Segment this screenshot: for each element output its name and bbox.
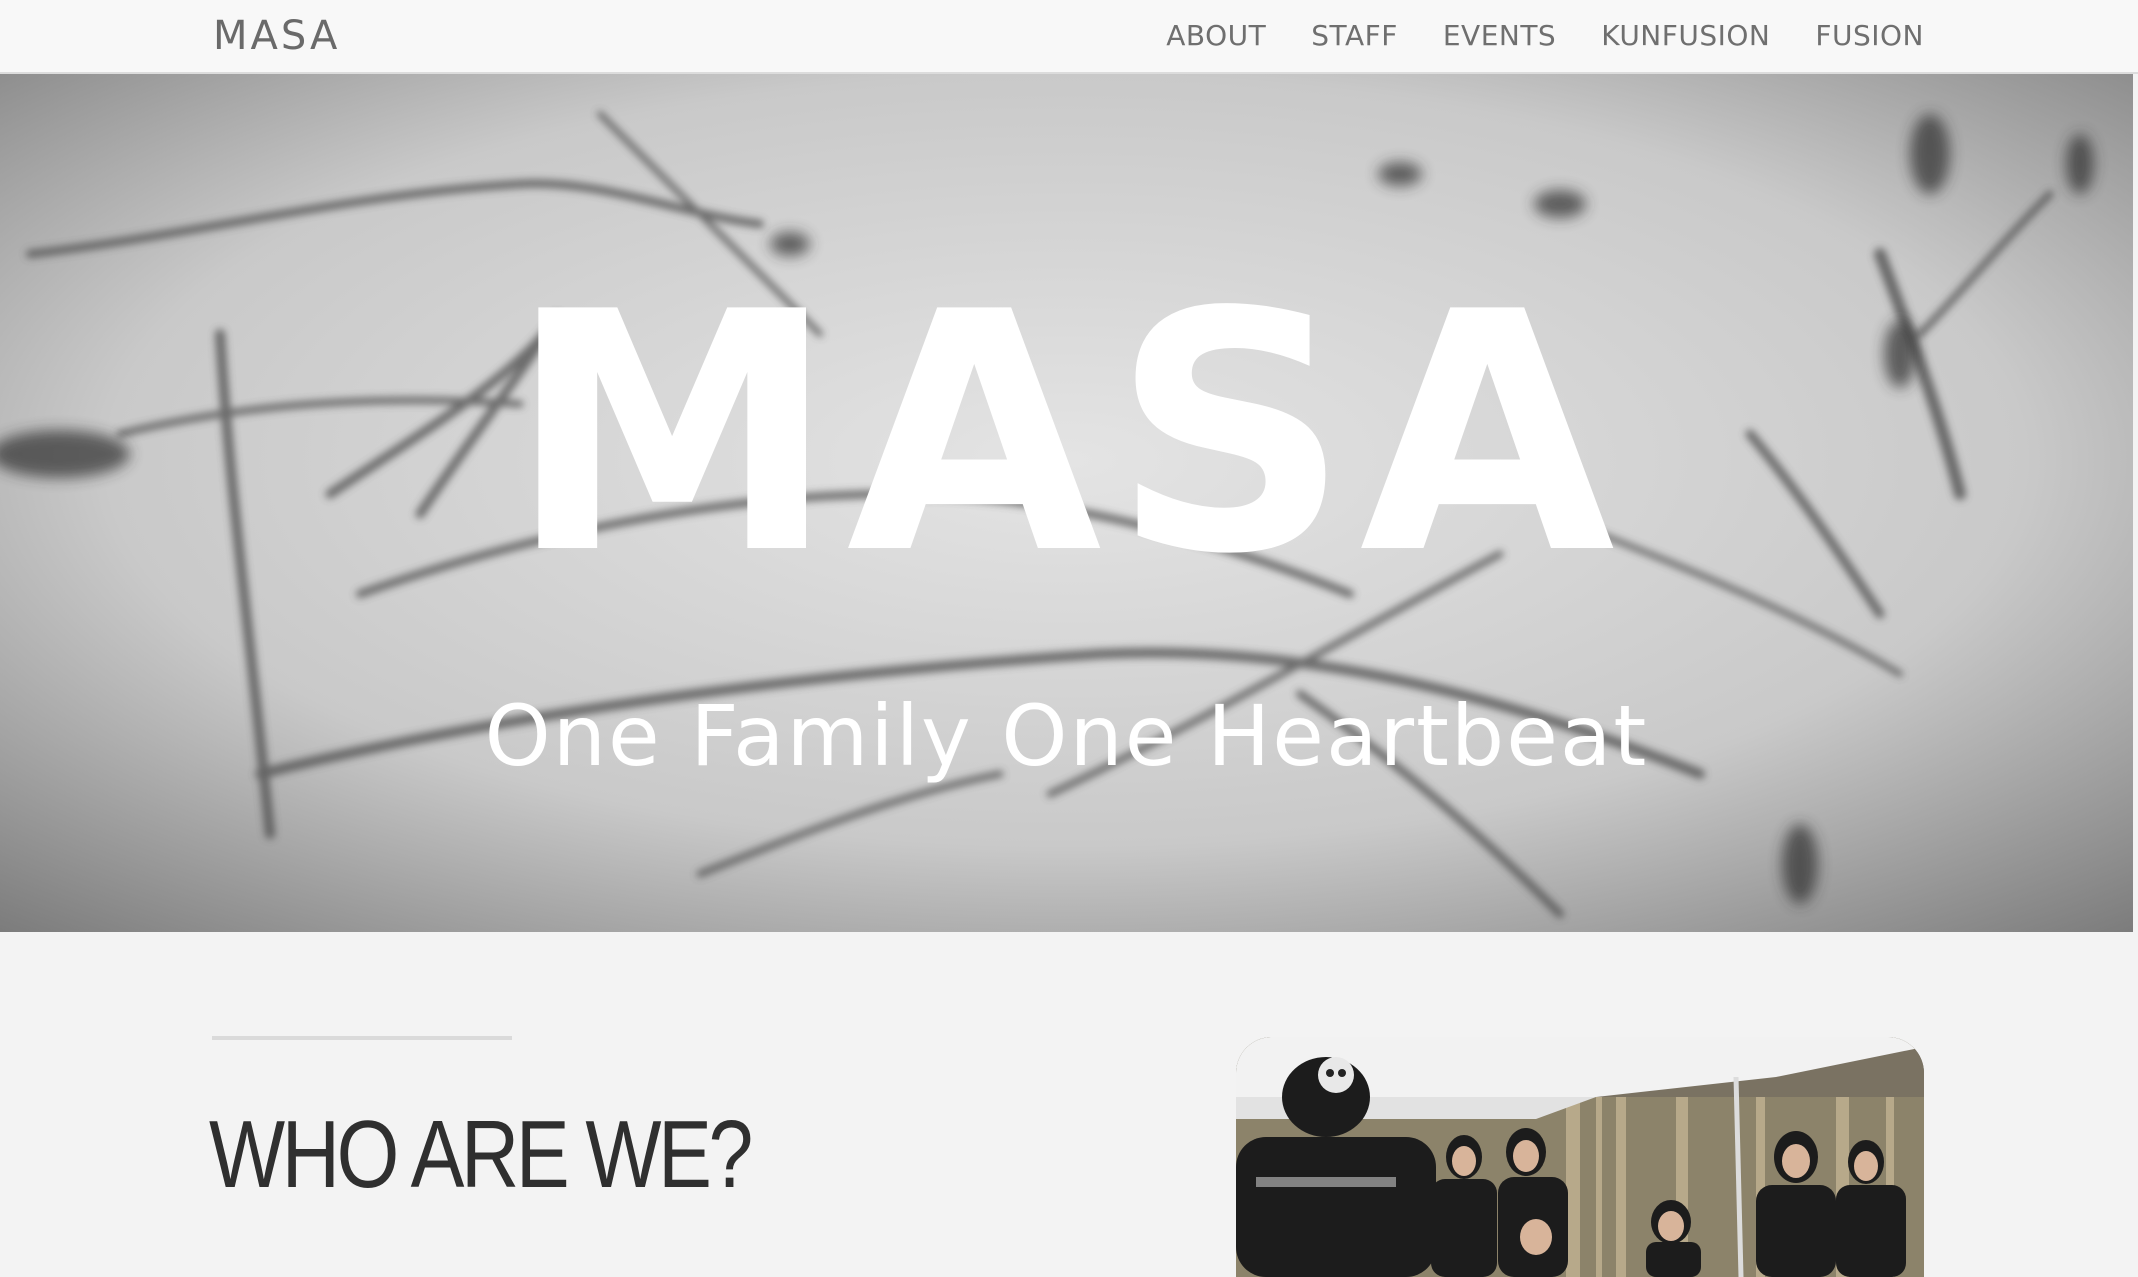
nav-link-staff[interactable]: STAFF — [1311, 17, 1398, 55]
nav-link-fusion[interactable]: FUSION — [1815, 17, 1924, 55]
nav-link-about[interactable]: ABOUT — [1166, 17, 1266, 55]
nav-links: ABOUT STAFF EVENTS KUNFUSION FUSION — [1121, 17, 1924, 55]
nav-link-kunfusion[interactable]: KUNFUSION — [1601, 17, 1770, 55]
about-group-photo — [1236, 1037, 1924, 1277]
top-navbar: MASA ABOUT STAFF EVENTS KUNFUSION FUSION — [0, 0, 2138, 74]
about-heading: WHO ARE WE? — [209, 1101, 753, 1208]
hero-banner: MASA One Family One Heartbeat — [0, 74, 2133, 932]
nav-link-events[interactable]: EVENTS — [1443, 17, 1556, 55]
brand-logo-link[interactable]: MASA — [213, 13, 340, 59]
section-divider — [212, 1036, 512, 1040]
hero-title: MASA — [508, 242, 1625, 626]
hero-subtitle: One Family One Heartbeat — [484, 687, 1649, 785]
